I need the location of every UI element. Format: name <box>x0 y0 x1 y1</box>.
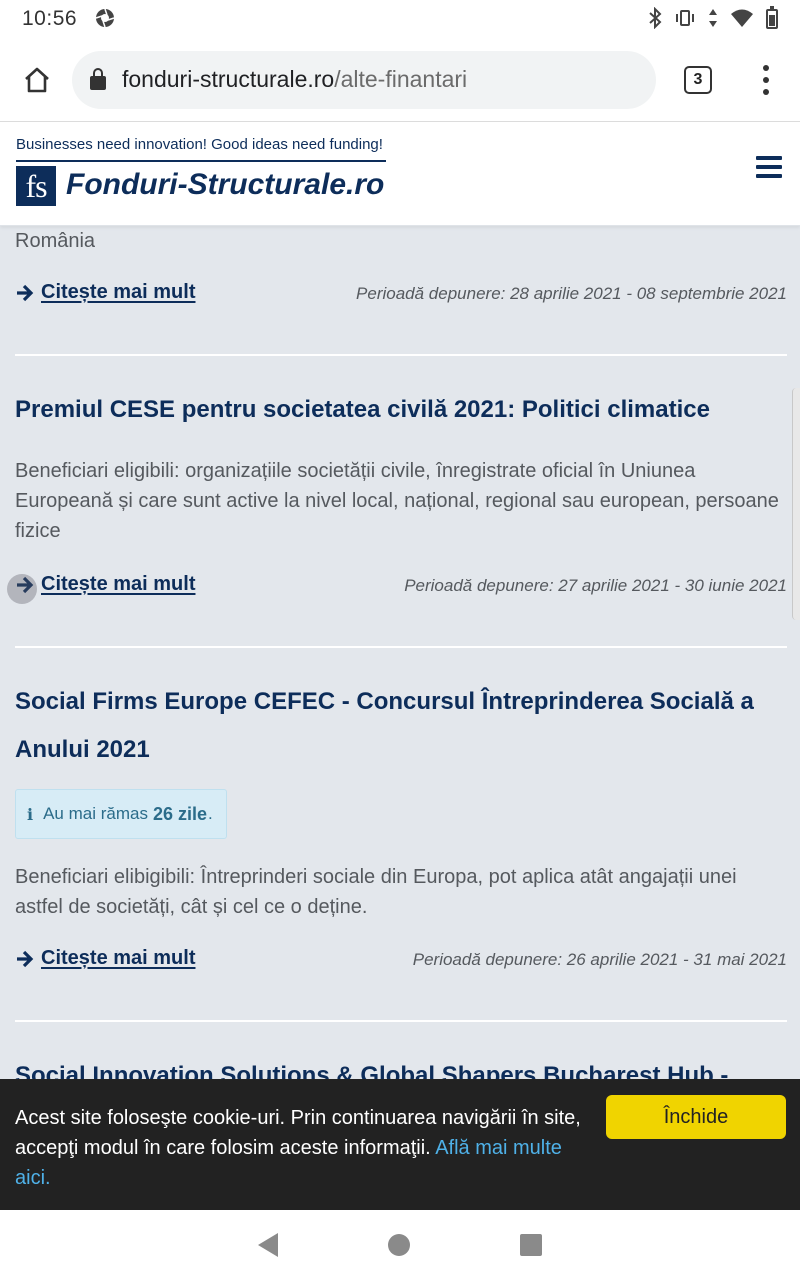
data-arrows-icon <box>708 8 718 31</box>
cookie-message: Acest site foloseşte cookie-uri. Prin co… <box>15 1103 585 1193</box>
listing-title[interactable]: Premiul CESE pentru societatea civilă 20… <box>15 386 787 434</box>
read-more-link[interactable]: Citește mai mult <box>15 573 195 596</box>
lock-icon <box>90 67 106 90</box>
listing-description: Beneficiari elibigibili: Întreprinderi s… <box>15 866 737 918</box>
home-circle-icon[interactable] <box>388 1234 410 1256</box>
submission-period: Perioadă depunere: 27 aprilie 2021 - 30 … <box>404 576 787 595</box>
browser-menu-button[interactable] <box>756 64 776 95</box>
read-more-link[interactable]: Citește mai mult <box>15 281 195 304</box>
listing-content: România Citește mai mult Perioadă depune… <box>0 226 800 1210</box>
submission-period: Perioadă depunere: 26 aprilie 2021 - 31 … <box>412 950 787 969</box>
read-more-label: Citește mai mult <box>41 573 196 595</box>
listing-divider <box>15 646 787 648</box>
days-remaining-badge: i Au mai rămas 26 zile. <box>15 789 227 839</box>
listing-title[interactable]: Social Firms Europe CEFEC - Concursul În… <box>15 678 787 774</box>
home-icon <box>25 67 49 92</box>
camera-shutter-icon <box>95 8 115 31</box>
status-bar: 10:56 <box>0 0 800 38</box>
back-icon[interactable] <box>258 1233 278 1257</box>
listing-description: România <box>15 230 96 252</box>
system-nav-bar <box>0 1210 800 1280</box>
hamburger-menu-icon[interactable] <box>756 156 782 178</box>
arrow-right-icon <box>17 950 34 967</box>
bluetooth-icon <box>648 6 662 32</box>
logo-mark[interactable]: fs <box>16 166 56 206</box>
info-icon: i <box>27 804 34 824</box>
home-button[interactable] <box>14 57 60 103</box>
listing-divider <box>15 354 787 356</box>
wifi-icon <box>730 8 754 31</box>
address-bar[interactable]: fonduri-structurale.ro/alte-finantari <box>72 50 656 109</box>
arrow-right-icon <box>17 284 34 301</box>
scrollbar[interactable] <box>792 388 800 620</box>
site-logo[interactable]: Fonduri-Structurale.ro <box>66 168 384 202</box>
site-header: Businesses need innovation! Good ideas n… <box>0 122 800 226</box>
days-remaining-prefix: Au mai rămas <box>43 804 148 823</box>
site-tagline: Businesses need innovation! Good ideas n… <box>16 136 383 153</box>
touch-indicator <box>7 574 37 604</box>
listing-description: Beneficiari eligibili: organizațiile soc… <box>15 460 779 542</box>
submission-period: Perioadă depunere: 28 aprilie 2021 - 08 … <box>356 284 787 303</box>
cookie-banner: Acest site foloseşte cookie-uri. Prin co… <box>0 1079 800 1210</box>
status-time: 10:56 <box>22 7 78 30</box>
read-more-label: Citește mai mult <box>41 947 196 969</box>
tab-switcher-button[interactable]: 3 <box>684 65 712 94</box>
listing-divider <box>15 1020 787 1022</box>
days-remaining-value: 26 zile <box>152 803 207 824</box>
read-more-label: Citește mai mult <box>41 281 196 303</box>
read-more-link[interactable]: Citește mai mult <box>15 947 195 970</box>
url-path: /alte-finantari <box>334 66 468 92</box>
vibrate-icon <box>674 8 696 31</box>
battery-icon <box>766 6 778 29</box>
browser-toolbar: fonduri-structurale.ro/alte-finantari 3 <box>0 38 800 122</box>
recent-apps-icon[interactable] <box>520 1234 542 1256</box>
days-remaining-suffix: . <box>208 804 213 823</box>
tagline-divider <box>16 160 386 162</box>
cookie-close-button[interactable]: Închide <box>606 1095 786 1139</box>
url-host: fonduri-structurale.ro <box>122 66 335 92</box>
